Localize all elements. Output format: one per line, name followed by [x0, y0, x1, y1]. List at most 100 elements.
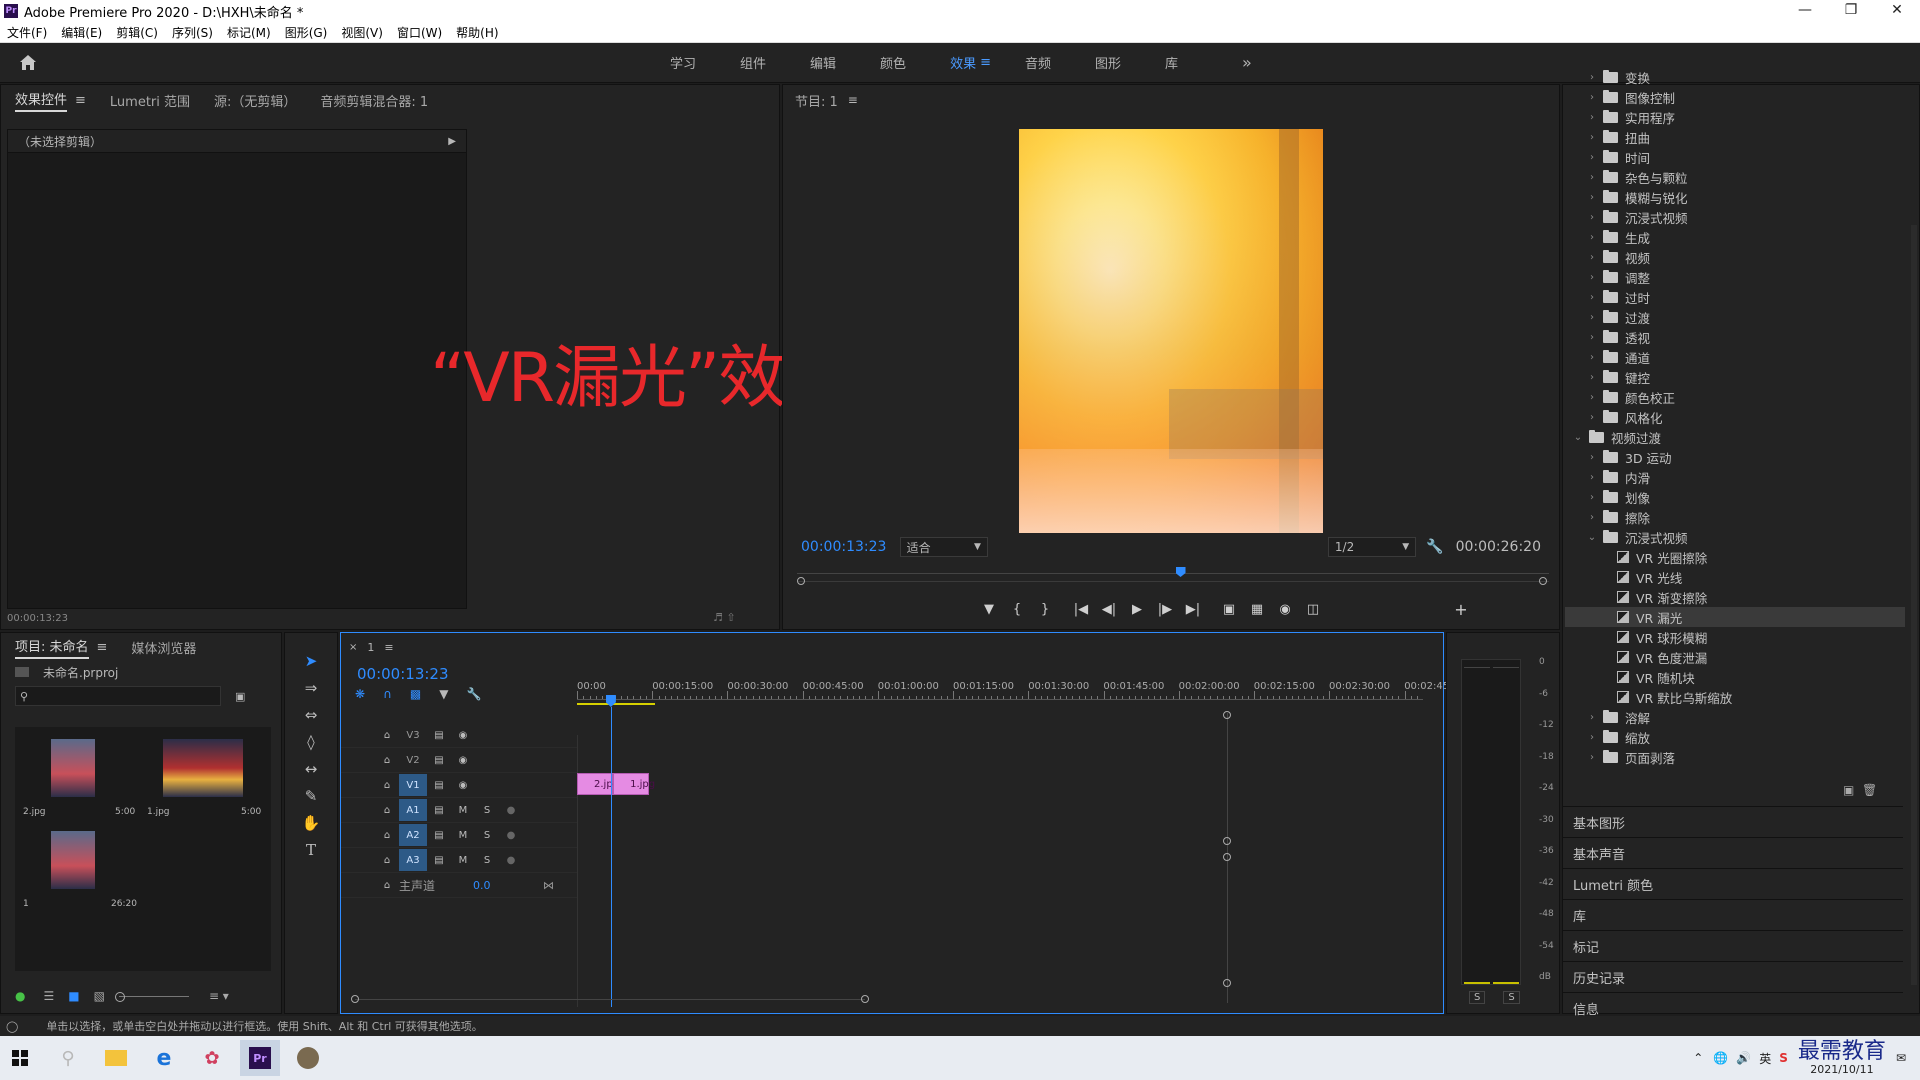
pen-tool-icon[interactable]: ✎: [299, 784, 323, 808]
close-icon[interactable]: ✕: [1874, 0, 1920, 22]
track-select-tool-icon[interactable]: ⇒: [299, 676, 323, 700]
sogou-icon[interactable]: S: [1779, 1051, 1788, 1065]
timeline-timecode[interactable]: 00:00:13:23: [357, 665, 449, 683]
effect-folder[interactable]: › 生成: [1565, 227, 1905, 247]
work-area-bar[interactable]: [577, 703, 656, 705]
project-panel-tab[interactable]: 媒体浏览器: [131, 638, 196, 657]
chevron-right-icon[interactable]: ›: [1585, 252, 1599, 263]
lock-icon[interactable]: ⌂: [375, 800, 399, 820]
home-icon[interactable]: [0, 54, 56, 71]
effect-folder[interactable]: › 过时: [1565, 287, 1905, 307]
effect-folder[interactable]: › 划像: [1565, 487, 1905, 507]
effect-item[interactable]: VR 默比乌斯缩放: [1565, 687, 1905, 707]
step-back-icon[interactable]: ◀|: [1095, 597, 1123, 621]
chevron-right-icon[interactable]: ›: [1585, 732, 1599, 743]
chevron-right-icon[interactable]: ›: [1585, 472, 1599, 483]
chevron-right-icon[interactable]: ›: [1585, 492, 1599, 503]
track-target-toggle[interactable]: A2: [399, 824, 427, 846]
timeline-clip[interactable]: 1.jpg: [613, 773, 655, 795]
lock-icon[interactable]: ⌂: [375, 825, 399, 845]
mark-in-icon[interactable]: {: [1003, 597, 1031, 621]
workspace-tab[interactable]: 库: [1143, 53, 1200, 72]
file-explorer-icon[interactable]: [96, 1040, 136, 1076]
source-panel-tab[interactable]: Lumetri 范围: [110, 91, 190, 110]
track-target-toggle[interactable]: A1: [399, 799, 427, 821]
mute-button[interactable]: M: [451, 800, 475, 820]
chevron-right-icon[interactable]: ›: [1585, 112, 1599, 123]
meter-solo-button[interactable]: S: [1503, 991, 1520, 1004]
chevron-right-icon[interactable]: ›: [1585, 752, 1599, 763]
chevron-right-icon[interactable]: ›: [1585, 412, 1599, 423]
mute-button[interactable]: M: [451, 825, 475, 845]
slip-tool-icon[interactable]: ↔: [299, 757, 323, 781]
hscroll-start-handle[interactable]: [351, 995, 359, 1003]
windows-start-icon[interactable]: [0, 1040, 40, 1076]
add-marker-icon[interactable]: ▼: [975, 597, 1003, 621]
menu-item[interactable]: 序列(S): [165, 24, 220, 41]
meter-solo-button[interactable]: S: [1469, 991, 1486, 1004]
workspace-tab[interactable]: 学习: [648, 53, 718, 72]
menu-item[interactable]: 剪辑(C): [109, 24, 165, 41]
effect-item[interactable]: VR 随机块: [1565, 667, 1905, 687]
lock-icon[interactable]: ⌂: [375, 750, 399, 770]
side-panel-item[interactable]: 基本声音: [1563, 837, 1903, 868]
nest-icon[interactable]: ❋: [355, 687, 365, 701]
track-target-toggle[interactable]: V1: [399, 774, 427, 796]
workspace-menu-icon[interactable]: ≡: [980, 55, 991, 70]
menu-item[interactable]: 视图(V): [334, 24, 390, 41]
menu-item[interactable]: 标记(M): [220, 24, 278, 41]
linked-selection-icon[interactable]: ▩: [410, 687, 421, 701]
menu-item[interactable]: 帮助(H): [449, 24, 505, 41]
effect-item[interactable]: VR 漏光: [1565, 607, 1905, 627]
project-panel-tab[interactable]: 项目: 未命名: [15, 636, 89, 659]
scrub-start-handle[interactable]: [797, 577, 805, 585]
side-panel-item[interactable]: 标记: [1563, 930, 1903, 961]
master-value[interactable]: 0.0: [473, 879, 543, 892]
effect-folder[interactable]: › 实用程序: [1565, 107, 1905, 127]
program-monitor-tab[interactable]: 节目: 1: [795, 91, 838, 110]
effect-folder[interactable]: › 键控: [1565, 367, 1905, 387]
network-icon[interactable]: 🌐: [1713, 1051, 1728, 1065]
sync-lock-icon[interactable]: ▤: [427, 800, 451, 820]
chevron-right-icon[interactable]: ›: [1585, 392, 1599, 403]
menu-item[interactable]: 文件(F): [0, 24, 54, 41]
effect-folder[interactable]: › 变换: [1565, 67, 1905, 87]
chevron-right-icon[interactable]: ›: [1585, 132, 1599, 143]
hand-tool-icon[interactable]: ✋: [299, 811, 323, 835]
side-panel-item[interactable]: 历史记录: [1563, 961, 1903, 992]
side-panel-item[interactable]: Lumetri 颜色: [1563, 868, 1903, 899]
volume-icon[interactable]: 🔊: [1736, 1051, 1751, 1065]
lock-icon[interactable]: ⌂: [375, 850, 399, 870]
track-target-toggle[interactable]: A3: [399, 849, 427, 871]
effect-folder[interactable]: › 页面剥落: [1565, 747, 1905, 767]
chevron-right-icon[interactable]: ›: [1585, 452, 1599, 463]
source-panel-tab[interactable]: 源:（无剪辑）: [214, 91, 296, 110]
panel-menu-icon[interactable]: ≡: [848, 93, 858, 107]
effect-item[interactable]: VR 球形模糊: [1565, 627, 1905, 647]
chevron-right-icon[interactable]: ›: [1585, 192, 1599, 203]
ime-mode-indicator[interactable]: 英: [1759, 1050, 1771, 1067]
menu-item[interactable]: 窗口(W): [390, 24, 449, 41]
effects-scrollbar[interactable]: [1911, 225, 1917, 985]
effect-item[interactable]: VR 渐变擦除: [1565, 587, 1905, 607]
resolution-dropdown[interactable]: 1/2 ▼: [1327, 537, 1417, 557]
effect-item[interactable]: VR 光线: [1565, 567, 1905, 587]
eye-icon[interactable]: ◉: [451, 725, 475, 745]
effect-folder[interactable]: › 扭曲: [1565, 127, 1905, 147]
effect-folder[interactable]: › 透视: [1565, 327, 1905, 347]
sync-lock-icon[interactable]: ▤: [427, 850, 451, 870]
selection-tool-icon[interactable]: ➤: [299, 649, 323, 673]
program-timecode[interactable]: 00:00:13:23: [801, 539, 896, 555]
chevron-right-icon[interactable]: ›: [1585, 172, 1599, 183]
chevron-right-icon[interactable]: ›: [1585, 232, 1599, 243]
chevron-right-icon[interactable]: ›: [1585, 152, 1599, 163]
play-right-icon[interactable]: ▶: [448, 136, 456, 147]
effect-folder[interactable]: › 视频: [1565, 247, 1905, 267]
new-bin-icon[interactable]: ▣: [235, 690, 245, 703]
effect-folder[interactable]: › 内滑: [1565, 467, 1905, 487]
user-avatar-icon[interactable]: [288, 1040, 328, 1076]
chevron-down-icon[interactable]: ⌄: [1571, 432, 1585, 443]
minimize-icon[interactable]: —: [1782, 0, 1828, 22]
chevron-right-icon[interactable]: ›: [1585, 272, 1599, 283]
step-forward-icon[interactable]: |▶: [1151, 597, 1179, 621]
